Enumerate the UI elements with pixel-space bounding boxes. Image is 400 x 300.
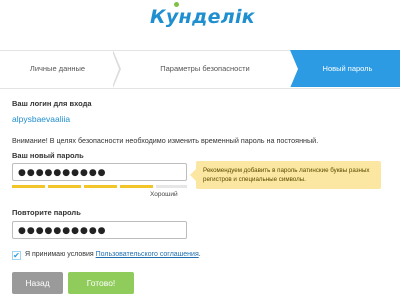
back-button[interactable]: Назад bbox=[12, 272, 63, 294]
agreement-prefix: Я принимаю условия bbox=[25, 251, 96, 258]
agreement-text: Я принимаю условия Пользовательского сог… bbox=[25, 251, 201, 258]
strength-bar-segment bbox=[120, 185, 153, 188]
agreement-checkbox[interactable]: ✔ bbox=[12, 251, 21, 260]
login-value: alpysbaevaaliia bbox=[12, 114, 71, 124]
login-label: Ваш логин для входа bbox=[12, 99, 92, 108]
strength-label: Хороший bbox=[150, 191, 178, 198]
new-password-label: Ваш новый пароль bbox=[12, 151, 84, 160]
header-logo: Кунделік bbox=[0, 0, 400, 50]
new-password-input[interactable]: ●●●●●●●●●● bbox=[12, 163, 187, 181]
user-agreement-link[interactable]: Пользовательского соглашения bbox=[96, 251, 199, 258]
logo-text: Кунделік bbox=[150, 6, 255, 28]
step-new-password: Новый пароль bbox=[322, 64, 373, 73]
repeat-password-label: Повторите пароль bbox=[12, 208, 81, 217]
strength-bar-segment-empty bbox=[156, 185, 187, 188]
step-personal-data: Личные данные bbox=[29, 64, 86, 73]
security-notice: Внимание! В целях безопасности необходим… bbox=[12, 136, 319, 145]
step-security-params: Параметры безопасности bbox=[160, 64, 250, 73]
agreement-suffix: . bbox=[198, 251, 201, 258]
password-hint-tooltip: Рекомендуем добавить в пароль латинские … bbox=[196, 161, 381, 189]
repeat-password-input[interactable]: ●●●●●●●●●● bbox=[12, 221, 187, 239]
strength-bar-segment bbox=[84, 185, 117, 188]
strength-bar-segment bbox=[48, 185, 81, 188]
done-button[interactable]: Готово! bbox=[68, 272, 134, 294]
strength-bar-segment bbox=[12, 185, 45, 188]
check-icon: ✔ bbox=[13, 251, 20, 260]
